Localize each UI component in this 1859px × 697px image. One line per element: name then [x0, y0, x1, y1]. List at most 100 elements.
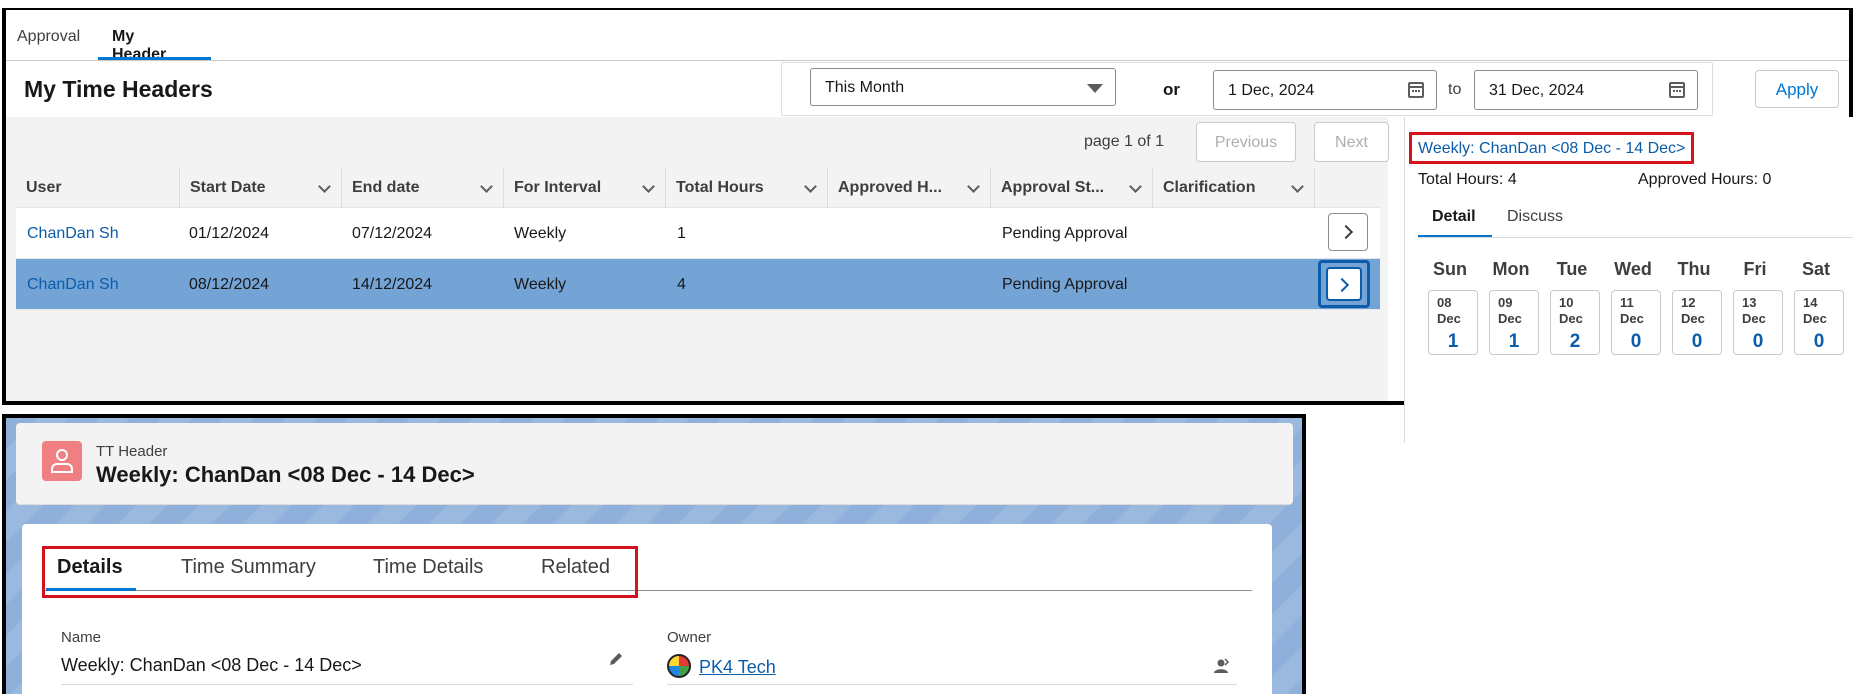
owner-field-label: Owner: [667, 629, 712, 646]
tab-details[interactable]: Details: [57, 556, 123, 579]
record-object-type: TT Header: [96, 443, 168, 460]
calendar-icon[interactable]: [1408, 82, 1424, 98]
start-date-cell: 08/12/2024: [189, 276, 270, 293]
day-card[interactable]: 10 Dec 2: [1550, 290, 1600, 355]
column-for-interval[interactable]: For Interval: [504, 168, 666, 208]
owner-field-underline: [667, 684, 1237, 685]
chevron-down-icon[interactable]: [318, 180, 331, 193]
row-open-button[interactable]: [1328, 213, 1368, 251]
tab-related[interactable]: Related: [541, 556, 610, 579]
to-label: to: [1448, 81, 1462, 98]
day-name: Sun: [1433, 259, 1467, 279]
owner-link[interactable]: PK4 Tech: [699, 657, 776, 678]
from-date-input[interactable]: 1 Dec, 2024: [1213, 70, 1437, 110]
chevron-down-icon[interactable]: [480, 180, 493, 193]
column-clarification[interactable]: Clarification: [1153, 168, 1315, 208]
period-select[interactable]: This Month: [810, 68, 1116, 106]
owner-avatar: [667, 654, 691, 678]
day-card[interactable]: 14 Dec 0: [1794, 290, 1844, 355]
approved-hours-label: Approved Hours: 0: [1638, 171, 1772, 188]
chevron-down-icon[interactable]: [967, 180, 980, 193]
day-card[interactable]: 08 Dec 1: [1428, 290, 1478, 355]
caret-down-icon: [1087, 84, 1103, 93]
detail-side-pane: [1404, 117, 1853, 443]
side-tab-divider: [1418, 237, 1853, 238]
name-field-value: Weekly: ChanDan <08 Dec - 14 Dec>: [61, 655, 362, 675]
side-tab-discuss[interactable]: Discuss: [1507, 208, 1563, 226]
to-date-input[interactable]: 31 Dec, 2024: [1474, 70, 1698, 110]
chevron-right-icon: [1334, 277, 1350, 293]
day-name: Sat: [1801, 259, 1830, 279]
day-card[interactable]: 13 Dec 0: [1733, 290, 1783, 355]
status-cell: Pending Approval: [1002, 225, 1128, 242]
day-hours: 0: [1752, 331, 1764, 352]
column-approved-hours[interactable]: Approved H...: [828, 168, 991, 208]
day-card[interactable]: 11 Dec 0: [1611, 290, 1661, 355]
tab-approval[interactable]: Approval: [17, 28, 80, 46]
table-row-selected[interactable]: ChanDan Sh 08/12/2024 14/12/2024 Weekly …: [16, 259, 1380, 310]
column-total-hours[interactable]: Total Hours: [666, 168, 828, 208]
record-type-icon: [42, 441, 82, 481]
divider: [6, 60, 1849, 61]
period-select-value: This Month: [825, 79, 905, 96]
day-card[interactable]: 12 Dec 0: [1672, 290, 1722, 355]
record-active-tab-indicator: [46, 588, 136, 591]
edit-pencil-icon[interactable]: [608, 651, 622, 665]
day-name: Mon: [1492, 259, 1530, 279]
page-indicator: page 1 of 1: [1084, 133, 1165, 150]
previous-button[interactable]: Previous: [1196, 122, 1296, 162]
day-hours: 1: [1508, 331, 1520, 352]
name-field-underline: [61, 684, 633, 685]
day-hours: 0: [1630, 331, 1642, 352]
day-hours: 2: [1569, 331, 1581, 352]
column-start-date[interactable]: Start Date: [180, 168, 342, 208]
calendar-icon[interactable]: [1669, 82, 1685, 98]
end-date-cell: 07/12/2024: [352, 225, 433, 242]
apply-button[interactable]: Apply: [1755, 70, 1839, 108]
chevron-down-icon[interactable]: [1291, 180, 1304, 193]
row-open-button-inner[interactable]: [1326, 267, 1362, 301]
end-date-cell: 14/12/2024: [352, 276, 433, 293]
chevron-down-icon[interactable]: [804, 180, 817, 193]
day-date: 12 Dec: [1681, 295, 1705, 326]
user-link[interactable]: ChanDan Sh: [27, 276, 119, 294]
record-title: Weekly: ChanDan <08 Dec - 14 Dec>: [96, 462, 475, 487]
interval-cell: Weekly: [514, 225, 567, 242]
chevron-down-icon[interactable]: [1129, 180, 1142, 193]
column-end-date[interactable]: End date: [342, 168, 504, 208]
day-name: Thu: [1677, 259, 1711, 279]
column-user[interactable]: User: [16, 168, 180, 208]
status-cell: Pending Approval: [1002, 276, 1128, 293]
name-field-label: Name: [61, 629, 102, 646]
day-name: Tue: [1556, 259, 1588, 279]
day-date: 11 Dec: [1620, 295, 1644, 326]
day-date: 14 Dec: [1803, 295, 1827, 326]
day-name: Wed: [1614, 259, 1652, 279]
tab-time-details[interactable]: Time Details: [373, 556, 483, 579]
total-hours-label: Total Hours: 4: [1418, 171, 1517, 188]
next-button[interactable]: Next: [1314, 122, 1389, 162]
column-approval-status[interactable]: Approval St...: [991, 168, 1153, 208]
chevron-right-icon: [1338, 224, 1354, 240]
day-date: 09 Dec: [1498, 295, 1522, 326]
side-tab-detail[interactable]: Detail: [1432, 208, 1476, 226]
start-date-cell: 01/12/2024: [189, 225, 270, 242]
row-open-button-focused[interactable]: [1318, 260, 1370, 308]
table-row[interactable]: ChanDan Sh 01/12/2024 07/12/2024 Weekly …: [16, 208, 1380, 259]
day-name: Fri: [1743, 259, 1767, 279]
table-header: User Start Date End date For Interval To…: [16, 168, 1380, 208]
day-date: 10 Dec: [1559, 295, 1583, 326]
day-hours: 0: [1813, 331, 1825, 352]
from-date-value: 1 Dec, 2024: [1228, 82, 1315, 99]
day-date: 08 Dec: [1437, 295, 1461, 326]
tab-time-summary[interactable]: Time Summary: [181, 556, 316, 579]
day-card[interactable]: 09 Dec 1: [1489, 290, 1539, 355]
change-owner-icon[interactable]: [1212, 657, 1230, 675]
interval-cell: Weekly: [514, 276, 567, 293]
total-hours-cell: 1: [677, 225, 686, 242]
chevron-down-icon[interactable]: [642, 180, 655, 193]
user-link[interactable]: ChanDan Sh: [27, 225, 119, 243]
record-title-link[interactable]: Weekly: ChanDan <08 Dec - 14 Dec>: [1409, 132, 1695, 164]
day-hours: 1: [1447, 331, 1459, 352]
total-hours-cell: 4: [677, 276, 686, 293]
